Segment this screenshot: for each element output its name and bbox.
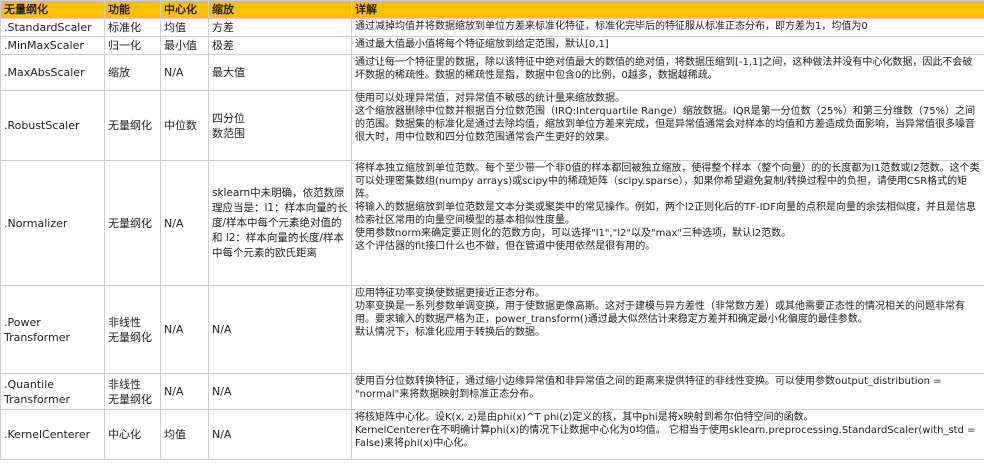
- function-line: 非线性: [108, 315, 141, 329]
- detail-line: 默认情况下，标准化应用于转换后的数据。: [355, 327, 545, 338]
- center-cell: 中位数: [160, 90, 209, 161]
- detail-line: 将样本独立缩放到单位范数。每个至少带一个非0值的样本都回被独立缩放，使得整个样本…: [355, 163, 980, 200]
- scale-line: 四分位: [212, 111, 245, 125]
- method-cell: .Normalizer: [0, 160, 105, 286]
- detail-line: KernelCenterer在不明确计算phi(x)的情况下让数据中心化为0均值…: [355, 425, 976, 449]
- detail-line: 通过让每一个特征里的数据，除以该特征中绝对值最大的数值的绝对值，将数据压缩到[-…: [355, 57, 973, 81]
- detail-line: 通过减掉均值并将数据缩放到单位方差来标准化特征，标准化完毕后的特征服从标准正态分…: [355, 21, 868, 32]
- table-row: .Quantile Transformer 非线性 无量纲化 N/A N/A 使…: [0, 373, 984, 410]
- function-line: 非线性: [108, 377, 141, 391]
- function-cell: 中心化: [104, 409, 161, 460]
- detail-line: 使用可以处理异常值，对异常值不敏感的统计量来缩放数据。: [355, 93, 625, 104]
- detail-cell: 使用可以处理异常值，对异常值不敏感的统计量来缩放数据。 这个缩放器删除中位数并根…: [351, 90, 984, 161]
- scale-cell: N/A: [208, 373, 352, 410]
- function-cell: 无量纲化: [104, 160, 161, 286]
- header-method: 无量纲化: [0, 0, 105, 19]
- method-line: Transformer: [4, 330, 71, 344]
- function-line: 无量纲化: [108, 330, 152, 344]
- detail-cell: 将核矩阵中心化。设K(x, z)是由phi(x)^T phi(z)定义的核，其中…: [351, 409, 984, 460]
- detail-line: 这个缩放器删除中位数并根据百分位数范围（IRQ:Interquartile Ra…: [355, 106, 976, 143]
- table-row: .RobustScaler 无量纲化 中位数 四分位 数范围 使用可以处理异常值…: [0, 90, 984, 161]
- table-row: .MinMaxScaler 归一化 最小值 极差 通过最大值最小值将每个特征缩放…: [0, 36, 984, 55]
- detail-cell: 将样本独立缩放到单位范数。每个至少带一个非0值的样本都回被独立缩放，使得整个样本…: [351, 160, 984, 286]
- center-cell: 均值: [160, 18, 209, 37]
- method-cell: .MaxAbsScaler: [0, 54, 105, 91]
- function-cell: 无量纲化: [104, 90, 161, 161]
- function-cell: 缩放: [104, 54, 161, 91]
- method-cell: .KernelCenterer: [0, 409, 105, 460]
- scaler-table: 无量纲化 功能 中心化 缩放 详解 .StandardScaler 标准化 均值…: [0, 0, 984, 460]
- scale-cell: N/A: [208, 285, 352, 374]
- method-cell: .MinMaxScaler: [0, 36, 105, 55]
- detail-line: 将输入的数据缩放到单位范数是文本分类或聚类中的常见操作。例如，两个l2正则化后的…: [355, 202, 977, 226]
- header-detail: 详解: [351, 0, 984, 19]
- center-cell: N/A: [160, 54, 209, 91]
- header-scale: 缩放: [208, 0, 352, 19]
- scale-cell: 极差: [208, 36, 352, 55]
- center-cell: 最小值: [160, 36, 209, 55]
- table-row: .MaxAbsScaler 缩放 N/A 最大值 通过让每一个特征里的数据，除以…: [0, 54, 984, 91]
- center-cell: N/A: [160, 373, 209, 410]
- detail-line: 这个评估器的fit接口什么也不做，但在管道中使用依然是很有用的。: [355, 241, 656, 252]
- method-line: .Power: [4, 315, 41, 329]
- scale-line: 数范围: [212, 126, 245, 140]
- table-row: .StandardScaler 标准化 均值 方差 通过减掉均值并将数据缩放到单…: [0, 18, 984, 37]
- table-row: .Power Transformer 非线性 无量纲化 N/A N/A 应用特征…: [0, 285, 984, 374]
- detail-cell: 使用百分位数转换特征，通过缩小边缘异常值和非异常值之间的距离来提供特征的非线性变…: [351, 373, 984, 410]
- detail-line: 使用百分位数转换特征，通过缩小边缘异常值和非异常值之间的距离来提供特征的非线性变…: [355, 376, 942, 400]
- method-cell: .Quantile Transformer: [0, 373, 105, 410]
- center-cell: N/A: [160, 160, 209, 286]
- method-cell: .StandardScaler: [0, 18, 105, 37]
- table-row: .Normalizer 无量纲化 N/A sklearn中未明确，依范数原理应当…: [0, 160, 984, 286]
- scale-cell: sklearn中未明确，依范数原理应当是：l1：样本向量的长度/样本中每个元素绝…: [208, 160, 352, 286]
- method-line: Transformer: [4, 392, 71, 406]
- header-function: 功能: [104, 0, 161, 19]
- center-cell: N/A: [160, 285, 209, 374]
- method-cell: .Power Transformer: [0, 285, 105, 374]
- scale-cell: 最大值: [208, 54, 352, 91]
- function-cell: 非线性 无量纲化: [104, 285, 161, 374]
- scale-cell: N/A: [208, 409, 352, 460]
- detail-cell: 应用特征功率变换使数据更接近正态分布。 功率变换是一系列参数单调变换，用于使数据…: [351, 285, 984, 374]
- function-cell: 标准化: [104, 18, 161, 37]
- center-cell: 均值: [160, 409, 209, 460]
- scale-cell: 方差: [208, 18, 352, 37]
- detail-cell: 通过让每一个特征里的数据，除以该特征中绝对值最大的数值的绝对值，将数据压缩到[-…: [351, 54, 984, 91]
- detail-line: 通过最大值最小值将每个特征缩放到给定范围，默认[0,1]: [355, 39, 609, 50]
- scale-cell: 四分位 数范围: [208, 90, 352, 161]
- method-line: .Quantile: [4, 377, 55, 391]
- header-row: 无量纲化 功能 中心化 缩放 详解: [0, 0, 984, 19]
- detail-cell: 通过最大值最小值将每个特征缩放到给定范围，默认[0,1]: [351, 36, 984, 55]
- function-cell: 非线性 无量纲化: [104, 373, 161, 410]
- detail-line: 将核矩阵中心化。设K(x, z)是由phi(x)^T phi(z)定义的核，其中…: [355, 412, 814, 423]
- method-cell: .RobustScaler: [0, 90, 105, 161]
- detail-line: 应用特征功率变换使数据更接近正态分布。: [355, 288, 545, 299]
- function-line: 无量纲化: [108, 392, 152, 406]
- header-center: 中心化: [160, 0, 209, 19]
- detail-line: 功率变换是一系列参数单调变换，用于使数据更像高斯。这对于建模与异方差性（非常数方…: [355, 301, 965, 325]
- detail-cell: 通过减掉均值并将数据缩放到单位方差来标准化特征，标准化完毕后的特征服从标准正态分…: [351, 18, 984, 37]
- function-cell: 归一化: [104, 36, 161, 55]
- table-row: .KernelCenterer 中心化 均值 N/A 将核矩阵中心化。设K(x,…: [0, 409, 984, 460]
- detail-line: 使用参数norm来确定要正则化的范数方向，可以选择"l1","l2"以及"max…: [355, 228, 792, 239]
